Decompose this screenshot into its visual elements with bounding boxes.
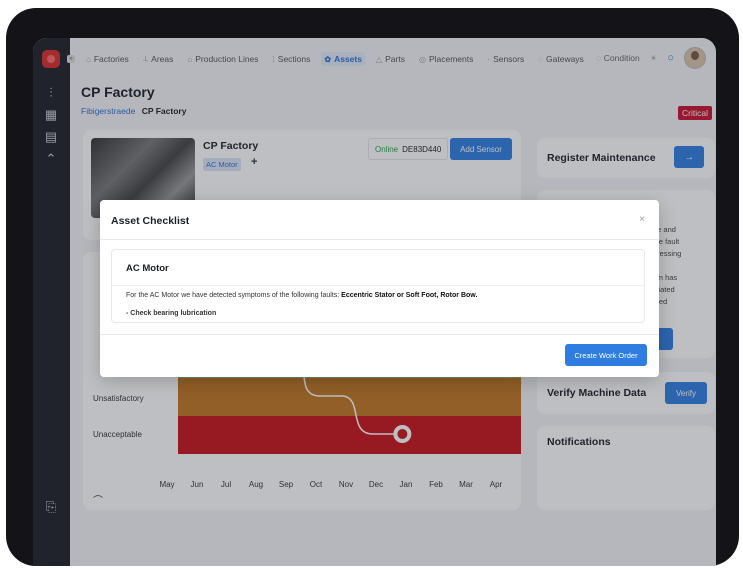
modal-title: Asset Checklist: [111, 215, 190, 227]
modal-divider: [100, 239, 659, 240]
create-work-order-button[interactable]: Create Work Order: [565, 344, 647, 366]
modal-footer-divider: [100, 334, 659, 335]
checklist-item: AC Motor For the AC Motor we have detect…: [111, 249, 645, 323]
checklist-divider: [112, 285, 644, 286]
checklist-task: - Check bearing lubrication: [126, 310, 217, 317]
fault-description: For the AC Motor we have detected sympto…: [126, 292, 478, 299]
close-icon[interactable]: ×: [639, 214, 645, 225]
app-screen: » ⫶ ▦ ▤ ⌃ ⎘ ⌂ Factories ⟂ Areas ⌂ Productio…: [33, 38, 716, 566]
checklist-component: AC Motor: [126, 263, 169, 274]
tablet-frame: » ⫶ ▦ ▤ ⌃ ⎘ ⌂ Factories ⟂ Areas ⌂ Productio…: [6, 8, 739, 566]
asset-checklist-modal: Asset Checklist × AC Motor For the AC Mo…: [100, 200, 659, 377]
